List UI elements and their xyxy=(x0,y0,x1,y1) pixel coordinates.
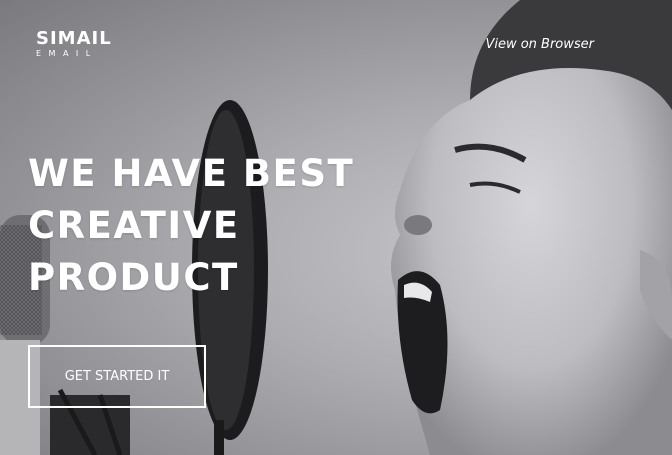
headline-line: PRODUCT xyxy=(28,256,239,299)
headline-line: CREATIVE xyxy=(28,204,240,247)
hero-headline: WE HAVE BEST CREATIVE PRODUCT xyxy=(28,148,388,304)
logo-main-text: SIMAIL xyxy=(36,28,112,49)
headline-line: WE HAVE BEST xyxy=(28,152,355,195)
brand-logo[interactable]: SIMAIL EMAIL xyxy=(36,30,112,59)
view-on-browser-link[interactable]: View on Browser xyxy=(485,37,594,52)
logo-sub-text: EMAIL xyxy=(36,49,98,58)
get-started-button[interactable]: GET STARTED IT xyxy=(28,345,206,408)
face-illustration xyxy=(391,0,672,455)
